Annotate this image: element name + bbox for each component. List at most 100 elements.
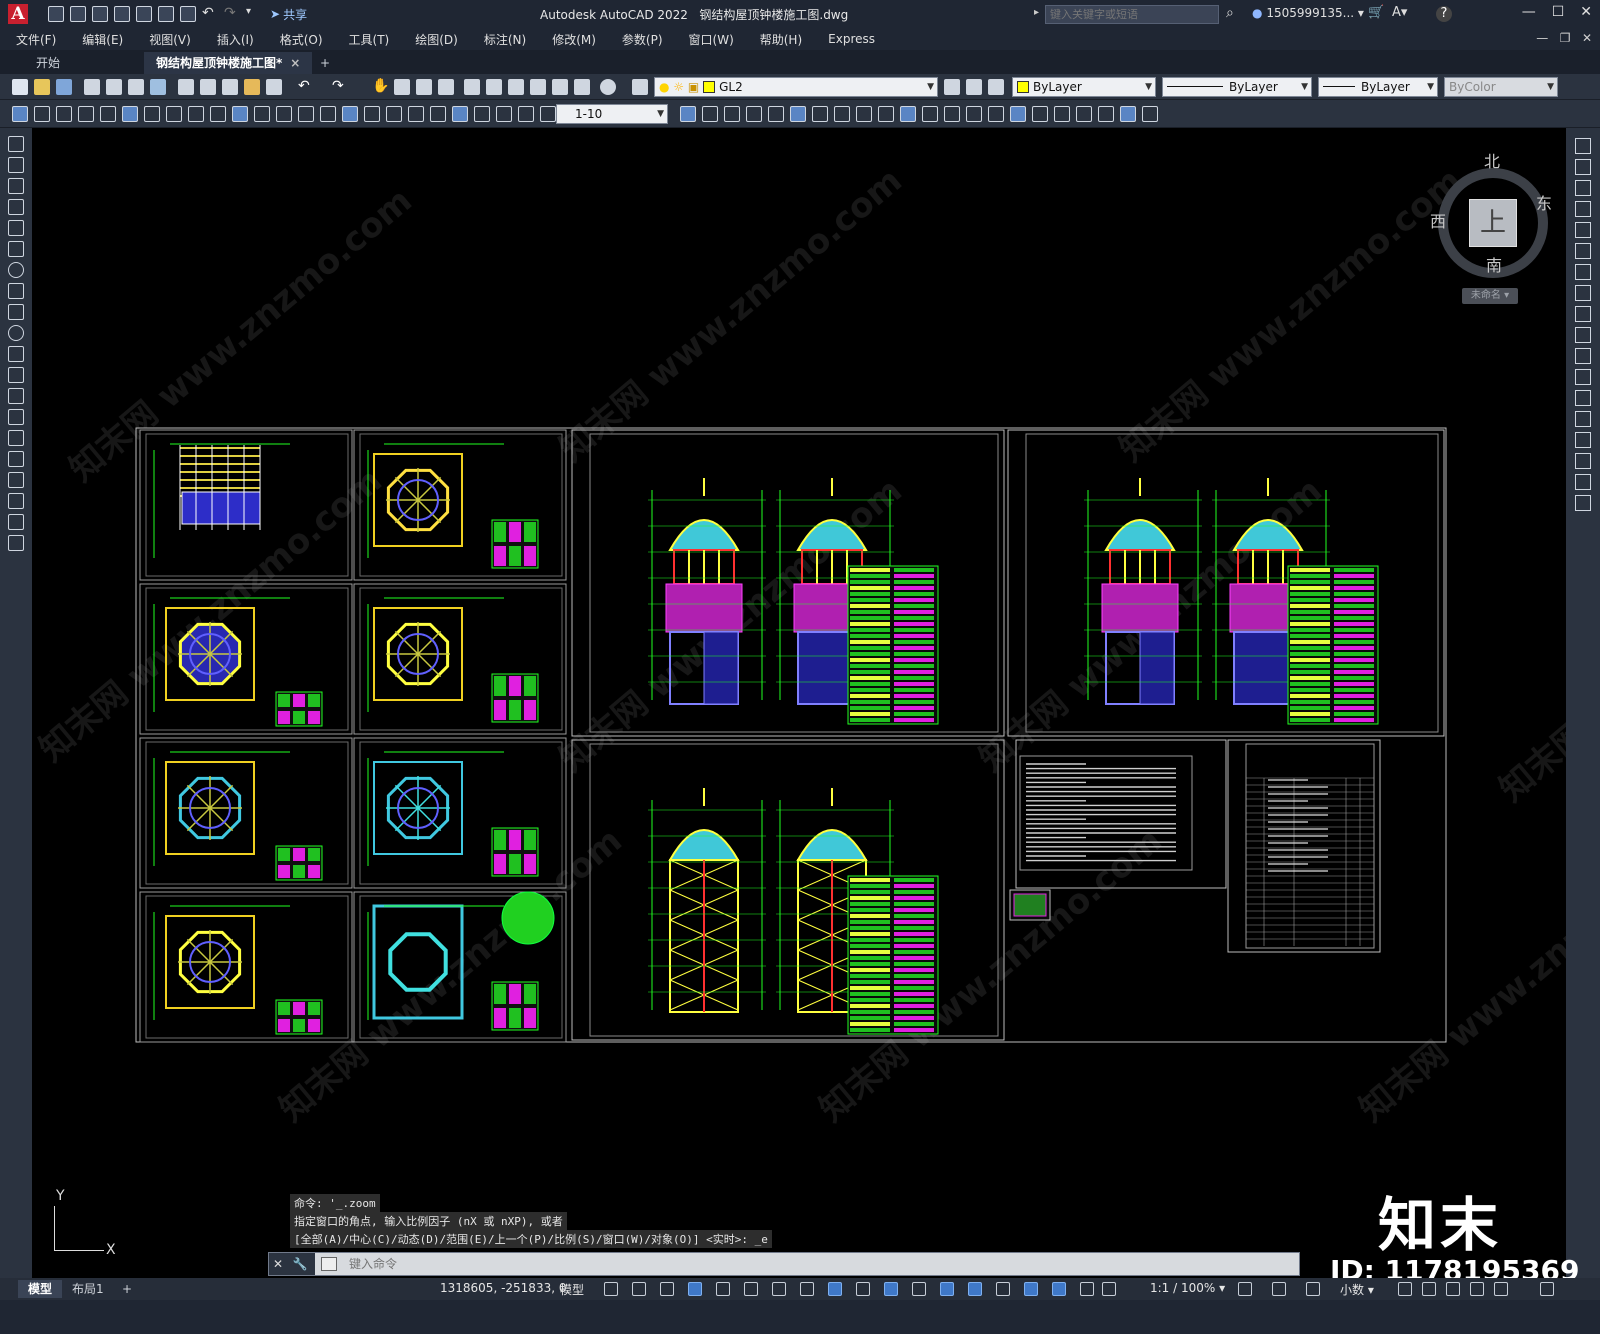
layer-dropdown[interactable]: ● ☼ ▣ GL2 ▼ [654, 77, 938, 97]
save-as-icon[interactable] [114, 6, 130, 22]
customize-qat-icon[interactable]: ▾ [246, 6, 262, 22]
menu-format[interactable]: 格式(O) [267, 31, 336, 48]
snap-toggle-icon[interactable] [632, 1282, 646, 1296]
inspection-icon[interactable] [342, 106, 358, 122]
aligned-dim-icon[interactable] [496, 106, 512, 122]
offset-icon[interactable] [1575, 201, 1591, 217]
line-icon[interactable] [8, 136, 24, 152]
search-icon[interactable]: ⌕ [1226, 5, 1234, 21]
undo-icon[interactable]: ↶ [298, 79, 314, 95]
open-icon[interactable] [70, 6, 86, 22]
jogged-icon[interactable] [702, 106, 718, 122]
design-center-icon[interactable] [486, 79, 502, 95]
ellipse-arc-icon[interactable] [8, 346, 24, 362]
extend-icon[interactable] [1575, 348, 1591, 364]
markup-icon[interactable] [552, 79, 568, 95]
workspace-icon[interactable] [1238, 1282, 1252, 1296]
diameter-icon[interactable] [144, 106, 160, 122]
object-snap-toggle-icon[interactable] [828, 1282, 842, 1296]
menu-parametric[interactable]: 参数(P) [609, 31, 676, 48]
circle-icon[interactable] [8, 262, 24, 278]
quickcalc-icon[interactable] [574, 79, 590, 95]
annotation-scale-icon-toggle-icon[interactable] [1102, 1282, 1116, 1296]
isolate-objects-icon[interactable] [1446, 1282, 1460, 1296]
new-tab-button[interactable]: + [308, 52, 342, 74]
sheet-set-icon[interactable] [530, 79, 546, 95]
linear-dim-icon[interactable] [474, 106, 490, 122]
plot-icon[interactable] [180, 6, 196, 22]
center-mark-icon[interactable] [320, 106, 336, 122]
region-icon[interactable] [8, 472, 24, 488]
plot-preview-icon[interactable] [106, 79, 122, 95]
3d-dwf-icon[interactable] [150, 79, 166, 95]
quick-dim-icon[interactable] [188, 106, 204, 122]
arc-icon[interactable] [8, 241, 24, 257]
continue-icon[interactable] [812, 106, 828, 122]
tolerance-icon[interactable] [298, 106, 314, 122]
menu-help[interactable]: 帮助(H) [747, 31, 815, 48]
linear-dim-icon[interactable] [12, 106, 28, 122]
object-snap-tracking-toggle-icon[interactable] [800, 1282, 814, 1296]
layer-properties-icon[interactable] [632, 79, 648, 95]
tab-drawing[interactable]: 钢结构屋顶钟楼施工图* × [144, 52, 313, 74]
make-current-layer-icon[interactable] [944, 79, 960, 95]
auto-scale-toggle-icon[interactable] [1080, 1282, 1094, 1296]
user-account[interactable]: ● 1505999135... ▾ [1252, 6, 1364, 20]
ortho-toggle-icon[interactable] [716, 1282, 730, 1296]
save-icon[interactable] [92, 6, 108, 22]
erase-icon[interactable] [1575, 138, 1591, 154]
copy-icon[interactable] [200, 79, 216, 95]
menu-edit[interactable]: 编辑(E) [69, 31, 136, 48]
dynamic-input-toggle-icon[interactable] [688, 1282, 702, 1296]
ordinate-icon[interactable] [1120, 106, 1136, 122]
center-mark-icon[interactable] [900, 106, 916, 122]
open-icon[interactable] [34, 79, 50, 95]
publish-icon[interactable] [128, 79, 144, 95]
update-icon[interactable] [1010, 106, 1026, 122]
compass-south[interactable]: 南 [1486, 252, 1502, 276]
customize-icon[interactable] [1540, 1282, 1554, 1296]
edit-dim-icon[interactable] [386, 106, 402, 122]
spline-icon[interactable] [8, 304, 24, 320]
break-icon[interactable] [856, 106, 872, 122]
ordinate-icon[interactable] [540, 106, 556, 122]
chamfer-icon[interactable] [1575, 432, 1591, 448]
help-icon[interactable]: ? [1436, 6, 1452, 22]
copy-icon[interactable] [1575, 159, 1591, 175]
menu-file[interactable]: 文件(F) [0, 31, 69, 48]
update-icon[interactable] [430, 106, 446, 122]
insert-block-icon[interactable] [8, 367, 24, 383]
angular-icon[interactable] [166, 106, 182, 122]
linear-dim-icon[interactable] [1054, 106, 1070, 122]
edit-dim-icon[interactable] [966, 106, 982, 122]
plot-icon[interactable] [84, 79, 100, 95]
menu-express[interactable]: Express [815, 32, 888, 46]
tab-layout1[interactable]: 布局1 [62, 1280, 114, 1298]
make-block-icon[interactable] [8, 388, 24, 404]
drawing-canvas[interactable]: 知末网 www.znzmo.com 知末网 www.znzmo.com 知末网 … [32, 128, 1566, 1278]
cart-icon[interactable]: 🛒 [1368, 5, 1384, 20]
match-properties-icon[interactable] [244, 79, 260, 95]
close-icon[interactable]: ✕ [273, 1257, 283, 1271]
construction-line-icon[interactable] [8, 157, 24, 173]
spacing-icon[interactable] [834, 106, 850, 122]
move-icon[interactable] [1575, 243, 1591, 259]
plotstyle-dropdown[interactable]: ByColor ▼ [1444, 77, 1558, 97]
selection-cycling-toggle-icon[interactable] [912, 1282, 926, 1296]
zoom-realtime-icon[interactable] [394, 79, 410, 95]
break-at-point-icon[interactable] [1575, 369, 1591, 385]
aligned-dim-icon[interactable] [34, 106, 50, 122]
table-icon[interactable] [8, 493, 24, 509]
annotation-scale[interactable]: 1:1 / 100% ▾ [1150, 1281, 1225, 1295]
join-icon[interactable] [1575, 411, 1591, 427]
spacing-icon[interactable] [254, 106, 270, 122]
diameter-icon[interactable] [724, 106, 740, 122]
jogged-linear-icon[interactable] [944, 106, 960, 122]
stretch-icon[interactable] [1575, 306, 1591, 322]
coordinates-readout[interactable]: 1318605, -251833, 0 [440, 1281, 566, 1295]
view-cube[interactable]: 上 北 南 东 西 未命名 ▾ [1426, 148, 1556, 308]
command-input[interactable] [349, 1255, 1249, 1273]
multiline-text-icon[interactable] [8, 514, 24, 530]
compass-west[interactable]: 西 [1430, 208, 1446, 232]
properties-icon[interactable] [464, 79, 480, 95]
